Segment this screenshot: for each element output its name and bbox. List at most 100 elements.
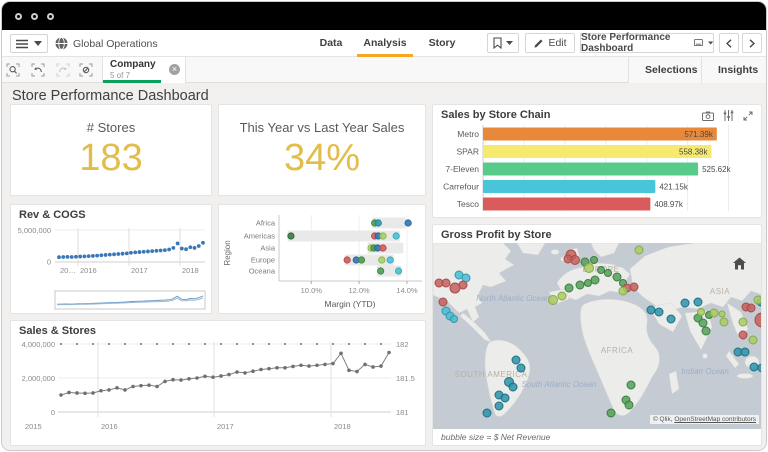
kpi-value: 34% [283, 137, 361, 179]
svg-text:2018: 2018 [182, 266, 199, 275]
svg-text:South Atlantic Ocean: South Atlantic Ocean [522, 380, 597, 389]
svg-text:0: 0 [47, 258, 51, 267]
selection-count: 5 of 7 [110, 71, 131, 80]
chevron-down-icon [33, 41, 42, 46]
map-home-icon[interactable] [732, 257, 747, 270]
svg-text:181.5: 181.5 [396, 374, 415, 383]
snapshot-camera-icon[interactable] [702, 111, 714, 121]
page-title: Store Performance Dashboard [12, 88, 209, 104]
edit-button[interactable]: Edit [525, 33, 575, 53]
selections-label: Selections [645, 64, 698, 76]
window-maximize-button[interactable] [47, 12, 54, 20]
svg-text:SPAR: SPAR [456, 147, 479, 157]
kpi-yoy-sales[interactable]: This Year vs Last Year Sales 34% [218, 104, 426, 196]
svg-text:408.97k: 408.97k [654, 200, 683, 209]
globe-icon [55, 37, 68, 50]
tab-story[interactable]: Story [418, 30, 466, 57]
tab-data[interactable]: Data [307, 30, 355, 57]
top-navbar: Global Operations Data Analysis Story Ed… [2, 30, 766, 57]
app-window: Global Operations Data Analysis Story Ed… [1, 1, 767, 451]
svg-text:Asia: Asia [260, 244, 275, 253]
world-map[interactable]: North Atlantic Ocean South Atlantic Ocean… [433, 243, 761, 429]
expand-icon[interactable] [743, 111, 753, 121]
svg-text:2,000,000: 2,000,000 [22, 374, 55, 383]
svg-text:Africa: Africa [256, 219, 276, 228]
kpi-num-stores[interactable]: # Stores 183 [10, 104, 212, 196]
svg-text:AFRICA: AFRICA [601, 346, 634, 355]
app-name: Global Operations [73, 38, 158, 50]
svg-text:Tesco: Tesco [457, 199, 479, 209]
exploration-sliders-icon[interactable] [723, 110, 734, 121]
redo-icon[interactable] [56, 63, 70, 77]
svg-text:12.0%: 12.0% [348, 286, 370, 295]
svg-text:14.0%: 14.0% [396, 286, 418, 295]
chart-region-margin[interactable]: Region Africa Americas Asia Europe Oceana 10.0… [218, 204, 426, 314]
svg-text:558.38k: 558.38k [679, 148, 708, 157]
selections-tool-button[interactable]: Selections [628, 57, 701, 83]
svg-text:4,000,000: 4,000,000 [22, 340, 55, 349]
combo-chart-canvas[interactable]: 4,000,000 2,000,000 0 182 181.5 181 2015 2016 20… [11, 339, 426, 445]
svg-text:North Atlantic Ocean: North Atlantic Ocean [476, 294, 550, 303]
kpi-title: # Stores [86, 120, 136, 135]
chevron-right-icon [749, 38, 755, 48]
chart-gross-profit-map[interactable]: Gross Profit by Store North Atlantic Oce… [432, 224, 762, 446]
prev-sheet-button[interactable] [719, 33, 739, 53]
smart-search-icon[interactable] [6, 63, 20, 77]
svg-text:Americas: Americas [244, 232, 276, 241]
clear-selection-icon[interactable]: × [169, 64, 180, 75]
svg-text:Metro: Metro [457, 129, 479, 139]
selection-tab-company[interactable]: Company 5 of 7 × [102, 57, 186, 83]
chevron-down-icon [506, 41, 513, 45]
sheet-icon [693, 39, 703, 46]
svg-text:421.15k: 421.15k [659, 183, 688, 192]
app-menu-button[interactable] [10, 34, 48, 53]
next-sheet-button[interactable] [742, 33, 762, 53]
kpi-value: 183 [79, 137, 143, 179]
window-titlebar [2, 2, 766, 30]
svg-text:SOUTH AMERICA: SOUTH AMERICA [455, 370, 528, 379]
chart-title: Sales & Stores [19, 325, 97, 337]
svg-text:525.62k: 525.62k [702, 165, 731, 174]
chart-title: Gross Profit by Store [441, 229, 552, 241]
selections-toolbar: Company 5 of 7 × Selections Insights [2, 57, 766, 83]
svg-text:Europe: Europe [251, 256, 275, 265]
svg-text:0: 0 [51, 408, 55, 417]
undo-icon[interactable] [31, 63, 45, 77]
insights-button[interactable]: Insights [701, 57, 766, 83]
tab-analysis[interactable]: Analysis [357, 30, 413, 57]
chart-title: Sales by Store Chain [441, 109, 551, 121]
clear-selections-icon[interactable] [79, 63, 93, 77]
svg-text:181: 181 [396, 408, 409, 417]
svg-text:182: 182 [396, 340, 409, 349]
svg-text:20…: 20… [60, 266, 76, 275]
scatter-chart-canvas[interactable]: Region Africa Americas Asia Europe Oceana 10.0… [219, 207, 426, 313]
chart-rev-cogs[interactable]: Rev & COGS 5,000,000 0 20… 2016 2017 2018 [10, 204, 212, 314]
bar-chart-canvas[interactable]: Metro 571.39k SPAR 558.38k 7-Eleven 525.62k Ca… [433, 123, 762, 217]
svg-text:10.0%: 10.0% [301, 286, 323, 295]
line-chart-canvas[interactable]: 5,000,000 0 20… 2016 2017 2018 [11, 223, 212, 313]
window-close-button[interactable] [15, 12, 22, 20]
bookmark-icon [493, 37, 502, 49]
svg-text:Region: Region [223, 240, 232, 265]
svg-text:ASIA: ASIA [710, 287, 730, 296]
bookmarks-button[interactable] [487, 33, 519, 53]
insights-label: Insights [718, 64, 759, 76]
chevron-down-icon [707, 41, 713, 45]
selection-field-label: Company [110, 59, 156, 70]
svg-text:2017: 2017 [131, 266, 148, 275]
chart-title: Rev & COGS [19, 209, 86, 221]
svg-text:571.39k: 571.39k [684, 130, 713, 139]
window-minimize-button[interactable] [31, 12, 38, 20]
svg-text:Oceana: Oceana [249, 267, 276, 276]
chart-sales-by-store-chain[interactable]: Sales by Store Chain Metro 571.39k SPAR 558… [432, 104, 762, 218]
svg-text:2016: 2016 [101, 422, 118, 431]
sheet-content: Store Performance Dashboard # Stores 183… [2, 83, 766, 450]
osm-link[interactable]: OpenStreetMap contributors [674, 416, 756, 423]
svg-text:Indian Ocean: Indian Ocean [681, 367, 729, 376]
edit-label: Edit [548, 37, 567, 49]
pencil-icon [534, 38, 543, 48]
sheet-selector[interactable]: Store Performance Dashboard [580, 32, 714, 54]
svg-text:2017: 2017 [217, 422, 234, 431]
svg-text:2018: 2018 [334, 422, 351, 431]
chart-sales-stores[interactable]: Sales & Stores 4,000,000 2,000,000 0 182 181… [10, 320, 426, 446]
